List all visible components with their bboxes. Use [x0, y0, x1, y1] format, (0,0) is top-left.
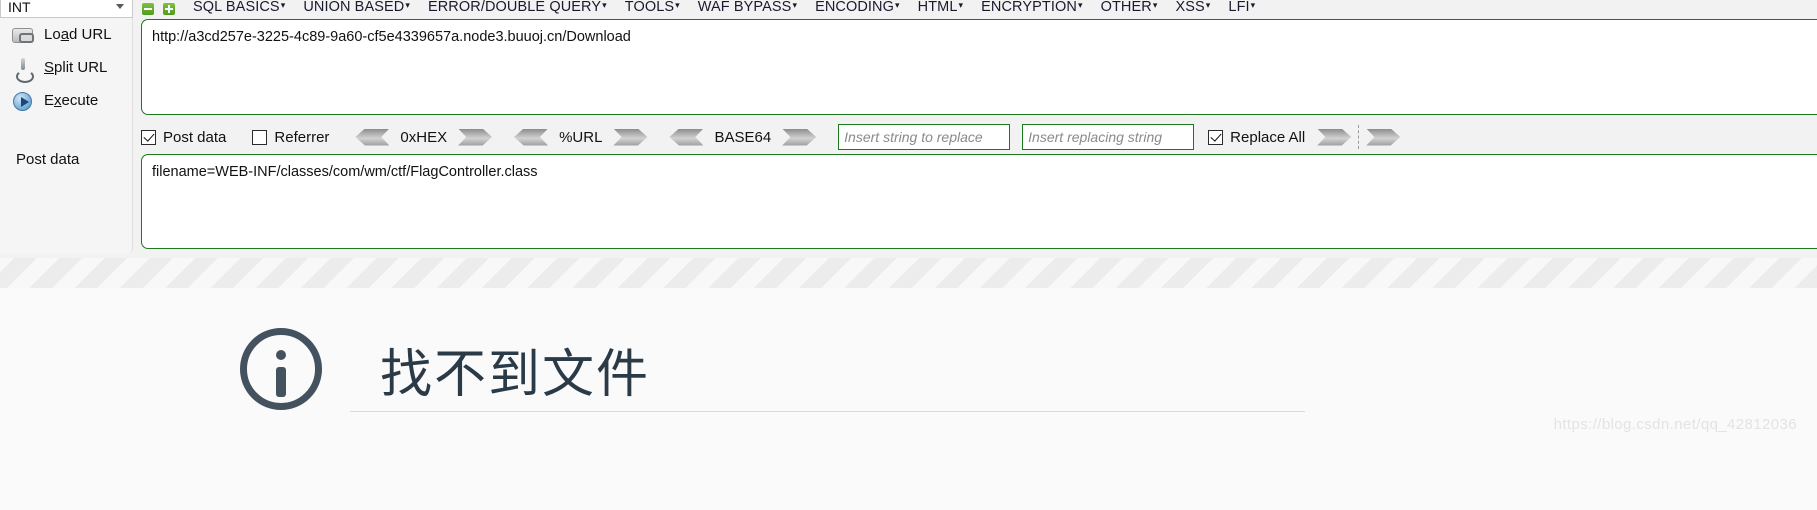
menu-xss[interactable]: XSS▾ [1175, 0, 1210, 15]
menu-tools[interactable]: TOOLS▾ [625, 0, 680, 15]
menu-sql-basics[interactable]: SQL BASICS▾ [193, 0, 285, 15]
post-data-input[interactable]: filename=WEB-INF/classes/com/wm/ctf/Flag… [141, 154, 1817, 249]
menu-xss-label: XSS [1175, 0, 1205, 15]
referrer-checkbox-label: Referrer [274, 128, 330, 146]
hackbar-options-row: Post data Referrer 0xHEX %URL BASE64 Rep… [141, 122, 1817, 152]
caret-icon: ▾ [1077, 0, 1083, 10]
menu-encoding[interactable]: ENCODING▾ [815, 0, 900, 15]
replace-all-checkbox[interactable]: Replace All [1208, 129, 1305, 146]
menu-lfi[interactable]: LFI▾ [1228, 0, 1255, 15]
url-input[interactable]: http://a3cd257e-3225-4c89-9a60-cf5e43396… [141, 19, 1817, 115]
hex-encode-button[interactable] [458, 128, 493, 146]
menu-union-based-label: UNION BASED [303, 0, 405, 15]
extra-apply-button[interactable] [1366, 128, 1401, 146]
hackbar-menu-bar: INT SQL BASICS▾ UNION BASED▾ ERROR/DOUBL… [0, 0, 1817, 18]
caret-icon: ▾ [1250, 0, 1256, 10]
post-data-checkbox[interactable]: Post data [141, 129, 226, 146]
split-url-icon [10, 56, 36, 83]
menu-html-label: HTML [917, 0, 958, 15]
menu-other[interactable]: OTHER▾ [1101, 0, 1158, 15]
page-content: 找不到文件 https://blog.csdn.net/qq_42812036 [0, 288, 1817, 510]
base64-encoder-label: BASE64 [714, 128, 772, 146]
menu-error-double-query[interactable]: ERROR/DOUBLE QUERY▾ [428, 0, 607, 15]
hex-decode-button[interactable] [355, 128, 390, 146]
menu-tools-label: TOOLS [624, 0, 675, 15]
watermark-text: https://blog.csdn.net/qq_42812036 [1553, 416, 1797, 433]
execute-icon [10, 89, 36, 113]
base64-decode-button[interactable] [669, 128, 704, 146]
replace-with-input[interactable] [1022, 124, 1195, 150]
base64-encode-button[interactable] [782, 128, 817, 146]
checkbox-box [252, 129, 268, 145]
execute-label: Execute [44, 92, 99, 109]
post-data-label: Post data [16, 151, 80, 168]
error-message-block: 找不到文件 [240, 328, 650, 410]
caret-icon: ▾ [792, 0, 798, 10]
caret-icon: ▾ [1152, 0, 1158, 10]
caret-icon: ▾ [1205, 0, 1211, 10]
url-decode-button[interactable] [514, 128, 549, 146]
chevron-down-icon [116, 4, 124, 9]
menu-union-based[interactable]: UNION BASED▾ [303, 0, 410, 15]
execute-button[interactable]: Execute [0, 84, 132, 117]
load-url-icon [10, 23, 36, 47]
menu-waf-bypass[interactable]: WAF BYPASS▾ [698, 0, 797, 15]
referrer-checkbox[interactable]: Referrer [252, 129, 329, 146]
sql-type-selector-value: INT [8, 0, 31, 15]
hex-encoder-label: 0xHEX [400, 128, 448, 146]
menu-other-label: OTHER [1100, 0, 1152, 15]
url-encode-button[interactable] [613, 128, 648, 146]
split-url-label: Split URL [44, 59, 108, 76]
striped-divider [0, 258, 1817, 288]
replace-all-checkbox-label: Replace All [1230, 128, 1306, 146]
caret-icon: ▾ [602, 0, 607, 10]
menu-encryption-label: ENCRYPTION [981, 0, 1077, 15]
url-encoder-label: %URL [559, 128, 603, 146]
caret-icon: ▾ [958, 0, 964, 10]
post-data-checkbox-label: Post data [163, 128, 227, 146]
hackbar-action-column: Load URL Split URL Execute [0, 18, 133, 254]
load-url-label: Load URL [44, 26, 112, 43]
checkbox-box [1208, 129, 1224, 145]
caret-icon: ▾ [280, 0, 286, 10]
menu-sql-basics-label: SQL BASICS [193, 0, 280, 15]
checkbox-box [141, 129, 156, 145]
caret-icon: ▾ [895, 0, 900, 10]
hackbar-panel: INT SQL BASICS▾ UNION BASED▾ ERROR/DOUBL… [0, 0, 1817, 258]
replace-apply-button[interactable] [1317, 128, 1352, 146]
load-url-button[interactable]: Load URL [0, 18, 132, 51]
replace-search-input[interactable] [838, 124, 1011, 150]
menu-waf-bypass-label: WAF BYPASS [697, 0, 792, 15]
sql-type-selector[interactable]: INT [0, 0, 133, 18]
menu-lfi-label: LFI [1228, 0, 1250, 15]
menu-html[interactable]: HTML▾ [918, 0, 964, 15]
caret-icon: ▾ [675, 0, 680, 10]
menu-error-double-query-label: ERROR/DOUBLE QUERY [427, 0, 602, 15]
split-url-button[interactable]: Split URL [0, 51, 132, 84]
plus-button[interactable] [163, 3, 175, 15]
toolbar-divider [1358, 125, 1360, 149]
menu-encoding-label: ENCODING [815, 0, 895, 15]
horizontal-rule [350, 411, 1305, 412]
error-message-text: 找不到文件 [380, 344, 651, 405]
caret-icon: ▾ [405, 0, 410, 10]
minus-button[interactable] [142, 3, 154, 15]
info-circle-icon [240, 328, 322, 410]
menu-encryption[interactable]: ENCRYPTION▾ [981, 0, 1082, 15]
